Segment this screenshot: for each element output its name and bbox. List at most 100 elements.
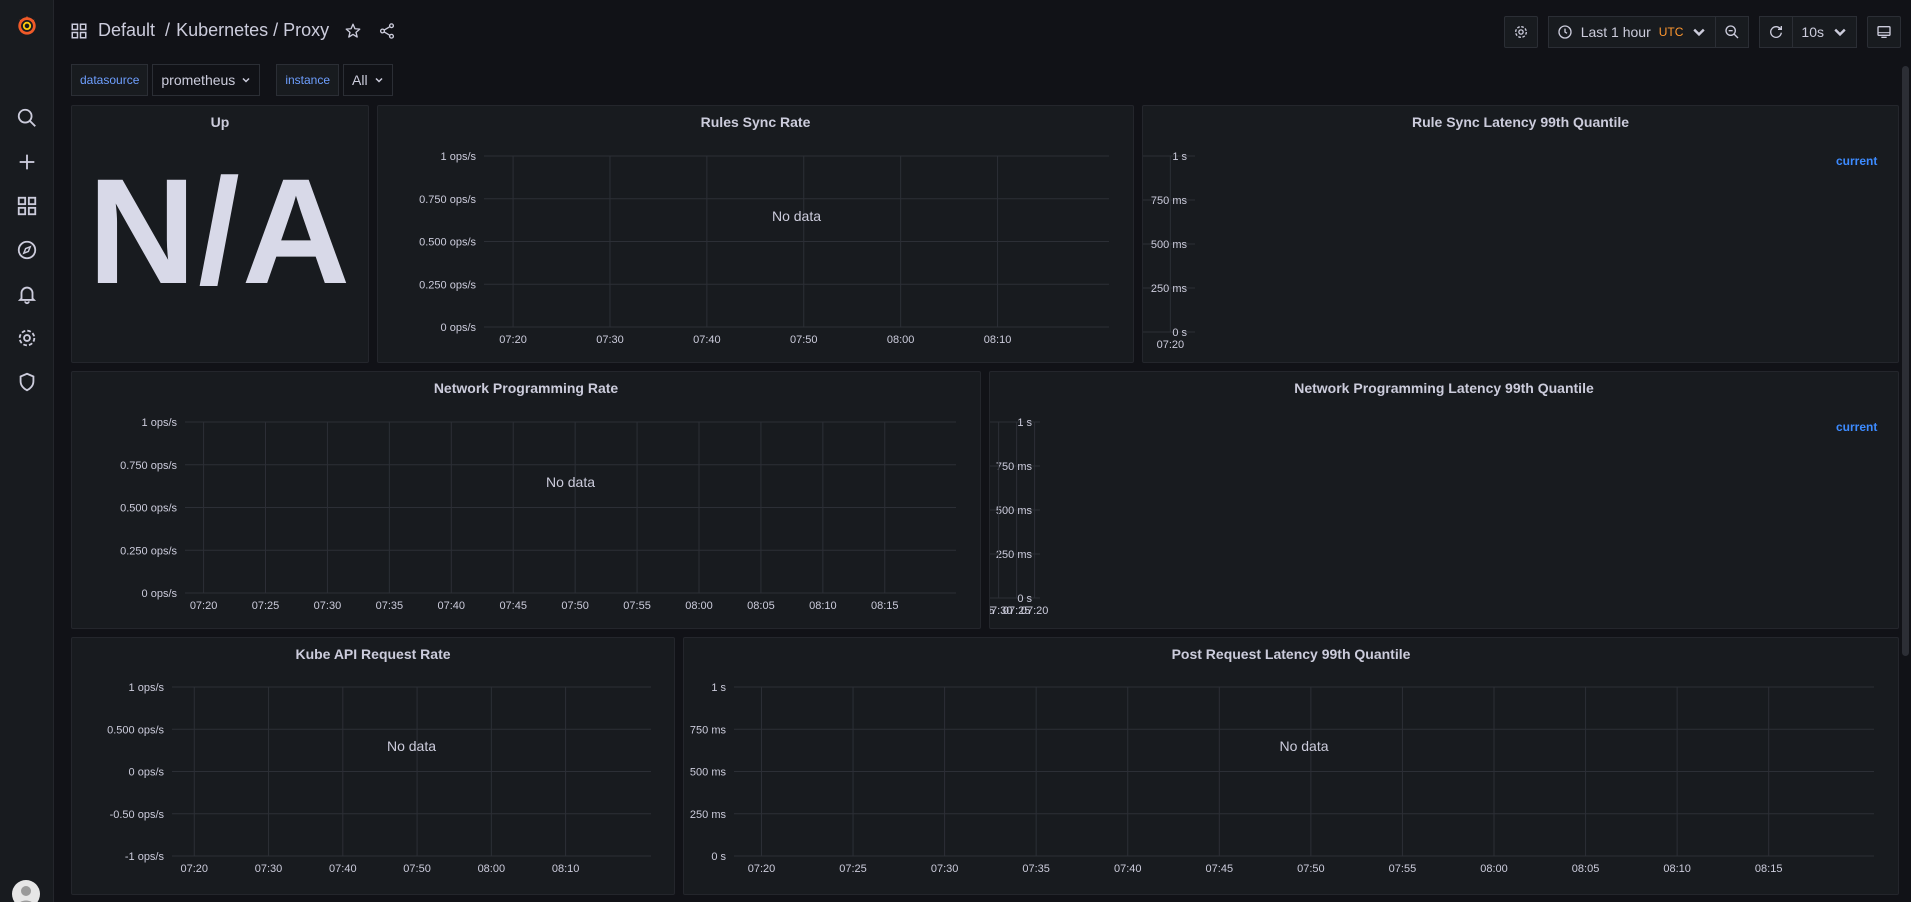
- x-tick-label: 07:40: [329, 863, 357, 875]
- panel-title[interactable]: Up: [72, 114, 368, 130]
- x-tick-label: 07:25: [252, 600, 280, 612]
- x-tick-label: 07:25: [839, 863, 867, 875]
- refresh-interval-picker[interactable]: 10s: [1793, 16, 1857, 48]
- star-icon[interactable]: [343, 21, 363, 41]
- x-tick-label: 08:00: [1480, 863, 1508, 875]
- zoom-out-button[interactable]: [1716, 16, 1750, 48]
- stat-value: N/A: [87, 147, 353, 315]
- variable-value-datasource: prometheus: [161, 72, 236, 88]
- x-tick-label: 08:10: [1663, 863, 1691, 875]
- breadcrumb: Default / Kubernetes / Proxy: [70, 20, 397, 41]
- refresh-interval-label: 10s: [1801, 24, 1824, 40]
- search-icon[interactable]: [12, 103, 42, 133]
- variable-select-instance[interactable]: All: [343, 64, 393, 96]
- time-series-chart[interactable]: 1 s750 ms500 ms250 ms0 s07:2007:3007:400…: [1143, 106, 1900, 364]
- template-variables: datasource prometheus instance All: [71, 64, 409, 96]
- x-tick-label: 07:20: [1157, 339, 1185, 351]
- time-series-chart[interactable]: 1 s750 ms500 ms250 ms0 s07:2007:2507:300…: [990, 372, 1900, 630]
- y-tick-label: 250 ms: [996, 549, 1033, 561]
- panel-title[interactable]: Post Request Latency 99th Quantile: [684, 646, 1898, 662]
- x-tick-label: 07:20: [499, 334, 527, 346]
- chevron-down-icon: [1834, 28, 1846, 37]
- time-series-chart[interactable]: 1 ops/s 0.750 ops/s 0.500 ops/s 0.250 ops/s…: [72, 372, 982, 630]
- breadcrumb-folder[interactable]: Default: [98, 20, 155, 41]
- gear-icon: [1514, 26, 1527, 38]
- panel-kube-api-request-rate[interactable]: 1 ops/s 0.500 ops/s 0 ops/s -0.50 ops/s -1 o…: [71, 637, 675, 895]
- panel-post-request-latency[interactable]: 1 s 750 ms 500 ms 250 ms 0 s 07:20 07:25 07:30 0…: [683, 637, 1899, 895]
- x-tick-label: 07:45: [1206, 863, 1234, 875]
- y-tick-label: 750 ms: [996, 461, 1033, 473]
- variable-label-datasource: datasource: [71, 64, 149, 96]
- y-tick-label: 750 ms: [690, 724, 727, 736]
- x-tick-label: 07:20: [190, 600, 218, 612]
- y-tick-label: 500 ms: [1151, 239, 1188, 251]
- panel-rule-sync-latency[interactable]: 1 s750 ms500 ms250 ms0 s07:2007:3007:400…: [1142, 105, 1899, 363]
- y-tick-label: 1 s: [1017, 417, 1032, 429]
- no-data-message: No data: [546, 474, 595, 490]
- zoom-out-icon: [1725, 25, 1739, 39]
- time-series-chart[interactable]: 1 s750 ms500 ms250 ms0 s07:2007:2507:300…: [684, 638, 1900, 896]
- dashboards-icon[interactable]: [12, 191, 42, 221]
- panel-title[interactable]: Rules Sync Rate: [378, 114, 1133, 130]
- y-tick-label: 0.750 ops/s: [419, 194, 476, 206]
- page-scrollbar[interactable]: [1902, 66, 1909, 656]
- refresh-button[interactable]: [1759, 16, 1794, 48]
- variable-select-datasource[interactable]: prometheus: [152, 64, 261, 96]
- y-tick-label: 1 s: [711, 682, 726, 694]
- compass-icon[interactable]: [12, 235, 42, 265]
- x-tick-label: 07:40: [1114, 863, 1142, 875]
- sidebar: [0, 0, 54, 902]
- x-tick-label: 07:20: [181, 863, 209, 875]
- x-tick-label: 07:30: [255, 863, 283, 875]
- y-tick-label: 0.500 ops/s: [419, 237, 476, 249]
- share-icon[interactable]: [377, 21, 397, 41]
- no-data-message: No data: [1279, 738, 1328, 754]
- x-tick-label: 08:00: [478, 863, 506, 875]
- x-tick-label: 07:35: [376, 600, 404, 612]
- bell-icon[interactable]: [12, 279, 42, 309]
- dashboard-settings-button[interactable]: [1503, 16, 1538, 48]
- panel-network-programming-latency[interactable]: 1 s750 ms500 ms250 ms0 s07:2007:2507:300…: [989, 371, 1899, 629]
- legend-current[interactable]: current: [1836, 420, 1877, 434]
- time-range-label: Last 1 hour: [1580, 24, 1651, 40]
- x-tick-label: 07:50: [561, 600, 589, 612]
- panel-rules-sync-rate[interactable]: 1 ops/s 0.750 ops/s 0.500 ops/s 0.250 ops/s…: [377, 105, 1134, 363]
- panel-title[interactable]: Rule Sync Latency 99th Quantile: [1143, 114, 1898, 130]
- x-tick-label: 07:30: [596, 334, 624, 346]
- dashboard-title[interactable]: Kubernetes / Proxy: [176, 20, 329, 41]
- y-tick-label: -1 ops/s: [125, 851, 165, 863]
- panel-title[interactable]: Network Programming Rate: [72, 380, 980, 396]
- refresh-icon: [1770, 26, 1783, 38]
- x-tick-label: 08:15: [871, 600, 899, 612]
- time-range-picker[interactable]: Last 1 hour UTC: [1547, 16, 1717, 48]
- variable-value-instance: All: [352, 72, 368, 88]
- x-tick-label: 07:35: [1022, 863, 1050, 875]
- y-tick-label: 1 ops/s: [142, 417, 178, 429]
- x-tick-label: 07:55: [623, 600, 651, 612]
- gear-icon[interactable]: [12, 323, 42, 353]
- cycle-view-mode-button[interactable]: [1867, 16, 1901, 48]
- time-series-chart[interactable]: 1 ops/s 0.500 ops/s 0 ops/s -0.50 ops/s -1 o…: [72, 638, 676, 896]
- plus-icon[interactable]: [12, 147, 42, 177]
- y-tick-label: 250 ms: [1151, 283, 1188, 295]
- y-tick-label: 1 ops/s: [441, 151, 477, 163]
- legend-current[interactable]: current: [1836, 154, 1877, 168]
- time-series-chart[interactable]: 1 ops/s 0.750 ops/s 0.500 ops/s 0.250 ops/s…: [378, 106, 1135, 364]
- x-tick-label: 08:00: [685, 600, 713, 612]
- x-tick-label: 07:50: [403, 863, 431, 875]
- y-tick-label: 0 ops/s: [441, 322, 477, 334]
- panel-network-programming-rate[interactable]: 1 ops/s 0.750 ops/s 0.500 ops/s 0.250 ops/s…: [71, 371, 981, 629]
- shield-icon[interactable]: [12, 367, 42, 397]
- x-tick-label: 07:50: [1297, 863, 1325, 875]
- grafana-logo-icon[interactable]: [12, 10, 42, 40]
- breadcrumb-separator: /: [165, 20, 171, 40]
- x-tick-label: 07:35: [990, 605, 994, 617]
- panel-up[interactable]: Up N/A: [71, 105, 369, 363]
- x-tick-label: 08:05: [1572, 863, 1600, 875]
- avatar[interactable]: [12, 880, 40, 902]
- panel-title[interactable]: Kube API Request Rate: [72, 646, 674, 662]
- y-tick-label: 0 ops/s: [142, 588, 178, 600]
- y-tick-label: 500 ms: [996, 505, 1033, 517]
- y-tick-label: 1 s: [1172, 151, 1187, 163]
- panel-title[interactable]: Network Programming Latency 99th Quantil…: [990, 380, 1898, 396]
